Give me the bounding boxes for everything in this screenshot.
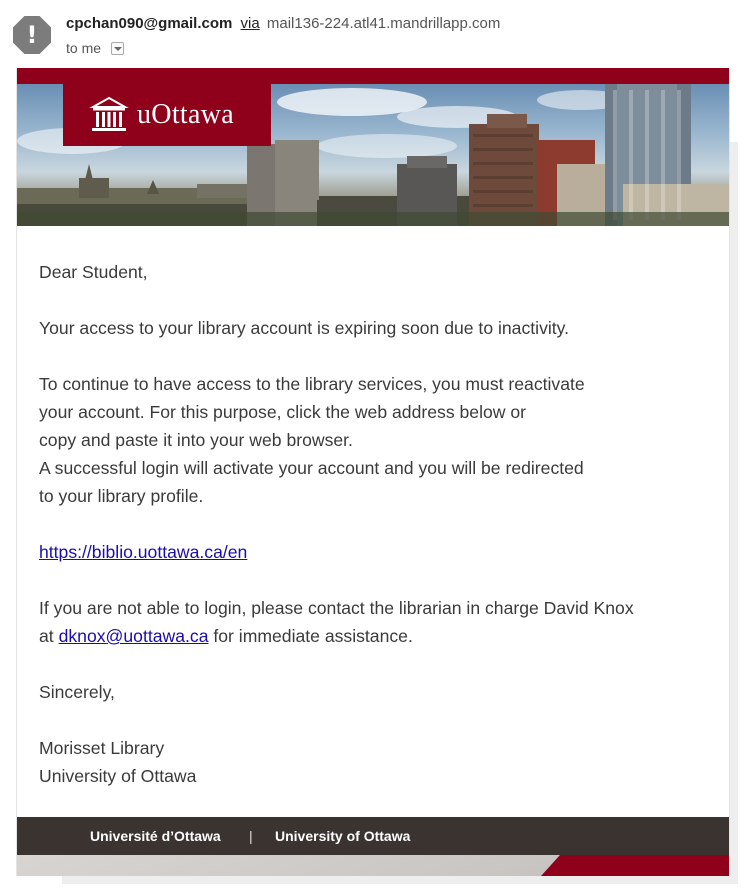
show-details-dropdown-icon[interactable]: [110, 42, 124, 55]
footer-stripe: [17, 855, 729, 876]
paragraph-expiring: Your access to your library account is e…: [39, 318, 570, 338]
header-banner: uOttawa: [17, 68, 729, 226]
sender-domain: mail136-224.atl41.mandrillapp.com: [266, 15, 501, 32]
sender-line: cpchan090@gmail.com via mail136-224.atl4…: [66, 15, 500, 32]
signature-library: Morisset Library: [39, 738, 165, 758]
footer-separator: |: [249, 828, 253, 844]
footer-bar: Université d’Ottawa | University of Otta…: [17, 817, 729, 855]
email-footer: Université d’Ottawa | University of Otta…: [17, 817, 729, 876]
email-body: Dear Student, Your access to your librar…: [39, 258, 719, 818]
contact-at: at: [39, 626, 54, 646]
library-link[interactable]: https://biblio.uottawa.ca/en: [39, 542, 247, 562]
reactivate-line: A successful login will activate your ac…: [39, 458, 584, 478]
footer-label-en: University of Ottawa: [275, 828, 411, 844]
link-paragraph: https://biblio.uottawa.ca/en: [39, 538, 719, 566]
recipient-line: to me: [66, 40, 124, 56]
contact-text: If you are not able to login, please con…: [39, 598, 634, 618]
banner-top-bar: [17, 68, 729, 84]
paragraph-reactivate: To continue to have access to the librar…: [39, 370, 719, 510]
signature: Morisset Library University of Ottawa: [39, 734, 719, 790]
contact-tail: for immediate assistance.: [213, 626, 413, 646]
reactivate-line: copy and paste it into your web browser.: [39, 430, 353, 450]
warning-avatar-icon[interactable]: !: [13, 16, 51, 54]
signature-university: University of Ottawa: [39, 766, 197, 786]
uottawa-logo: uOttawa: [63, 84, 271, 146]
reactivate-line: your account. For this purpose, click th…: [39, 402, 526, 422]
greeting: Dear Student,: [39, 262, 148, 282]
email-card: uOttawa Dear Student, Your access to you…: [16, 68, 730, 876]
footer-accent: [541, 855, 729, 876]
reactivate-line: To continue to have access to the librar…: [39, 374, 585, 394]
contact-paragraph: If you are not able to login, please con…: [39, 594, 719, 650]
recipient-label: to me: [66, 40, 102, 56]
reactivate-line: to your library profile.: [39, 486, 204, 506]
university-building-icon: [89, 96, 129, 131]
footer-label-fr: Université d’Ottawa: [90, 828, 221, 844]
logo-text: uOttawa: [137, 99, 234, 130]
contact-email-link[interactable]: dknox@uottawa.ca: [59, 626, 209, 646]
closing: Sincerely,: [39, 682, 115, 702]
via-link[interactable]: via: [241, 15, 260, 32]
sender-email[interactable]: cpchan090@gmail.com: [66, 15, 232, 32]
